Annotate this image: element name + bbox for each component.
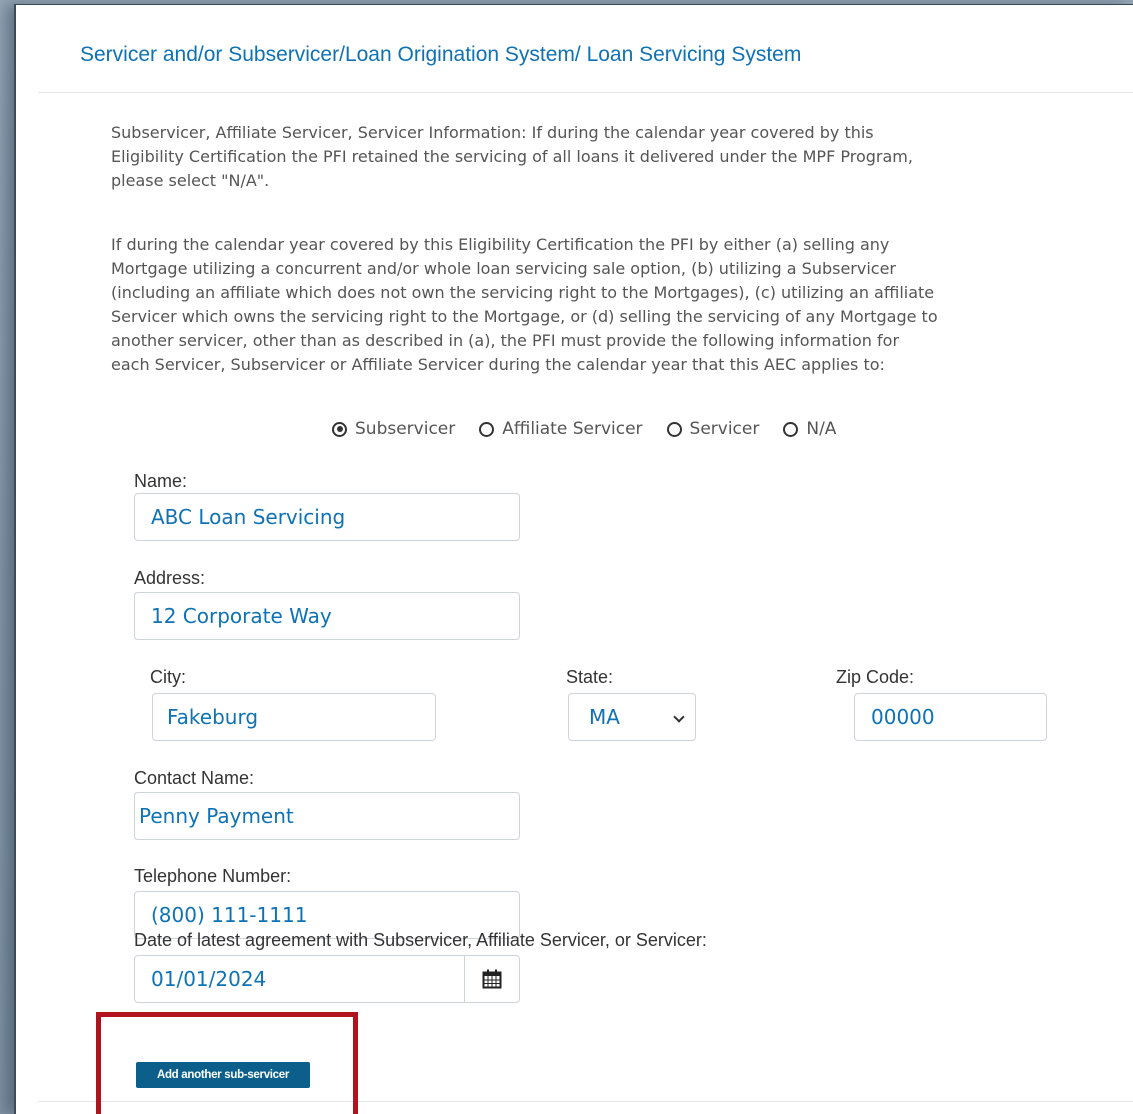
servicer-type-radio-group: Subservicer Affiliate Servicer Servicer … [332,418,860,440]
instructions-line: (including an affiliate which does not o… [111,283,935,302]
radio-label: Subservicer [355,419,456,439]
chevron-down-icon [673,711,685,723]
radio-unselected-icon[interactable] [479,421,495,437]
intro-line: Subservicer, Affiliate Servicer, Service… [111,123,874,142]
name-label: Name: [134,471,188,491]
address-input[interactable]: 12 Corporate Way [134,592,520,640]
contact-input[interactable]: Penny Payment [134,792,520,840]
city-label: City: [150,667,186,687]
calendar-icon [482,969,502,989]
intro-paragraph: Subservicer, Affiliate Servicer, Service… [111,121,1111,193]
address-label: Address: [134,568,206,588]
state-label: State: [566,667,614,687]
contact-label: Contact Name: [134,768,255,788]
agreement-date-label: Date of latest agreement with Subservice… [134,930,707,950]
calendar-button[interactable] [464,955,520,1003]
name-input[interactable]: ABC Loan Servicing [134,493,520,541]
zip-label: Zip Code: [836,667,915,687]
agreement-date-input[interactable]: 01/01/2024 [134,955,465,1003]
instructions-line: Servicer which owns the servicing right … [111,307,938,326]
instructions-paragraph: If during the calendar year covered by t… [111,233,1111,377]
instructions-line: each Servicer, Subservicer or Affiliate … [111,355,885,374]
radio-label: Affiliate Servicer [502,419,643,439]
intro-line: please select "N/A". [111,171,270,190]
radio-servicer[interactable]: Servicer [666,419,760,439]
radio-na[interactable]: N/A [783,419,836,439]
radio-selected-icon[interactable] [332,421,347,437]
title-divider [38,92,1133,93]
radio-subservicer[interactable]: Subservicer [332,419,455,439]
callout-highlight-box [96,1012,358,1114]
radio-unselected-icon[interactable] [783,421,799,437]
section-title: Servicer and/or Subservicer/Loan Origina… [80,43,802,66]
intro-line: Eligibility Certification the PFI retain… [111,147,913,166]
radio-unselected-icon[interactable] [666,421,682,437]
instructions-line: If during the calendar year covered by t… [111,235,890,254]
instructions-line: another servicer, other than as describe… [111,331,900,350]
zip-input[interactable]: 00000 [854,693,1047,741]
city-input[interactable]: Fakeburg [152,693,436,741]
radio-label: Servicer [689,419,760,439]
phone-label: Telephone Number: [134,866,292,886]
state-select[interactable]: MA [568,693,696,741]
instructions-line: Mortgage utilizing a concurrent and/or w… [111,259,897,278]
radio-affiliate-servicer[interactable]: Affiliate Servicer [479,419,643,439]
servicer-section-panel: Servicer and/or Subservicer/Loan Origina… [14,4,1133,1114]
radio-label: N/A [806,419,837,439]
state-select-value: MA [589,705,620,729]
